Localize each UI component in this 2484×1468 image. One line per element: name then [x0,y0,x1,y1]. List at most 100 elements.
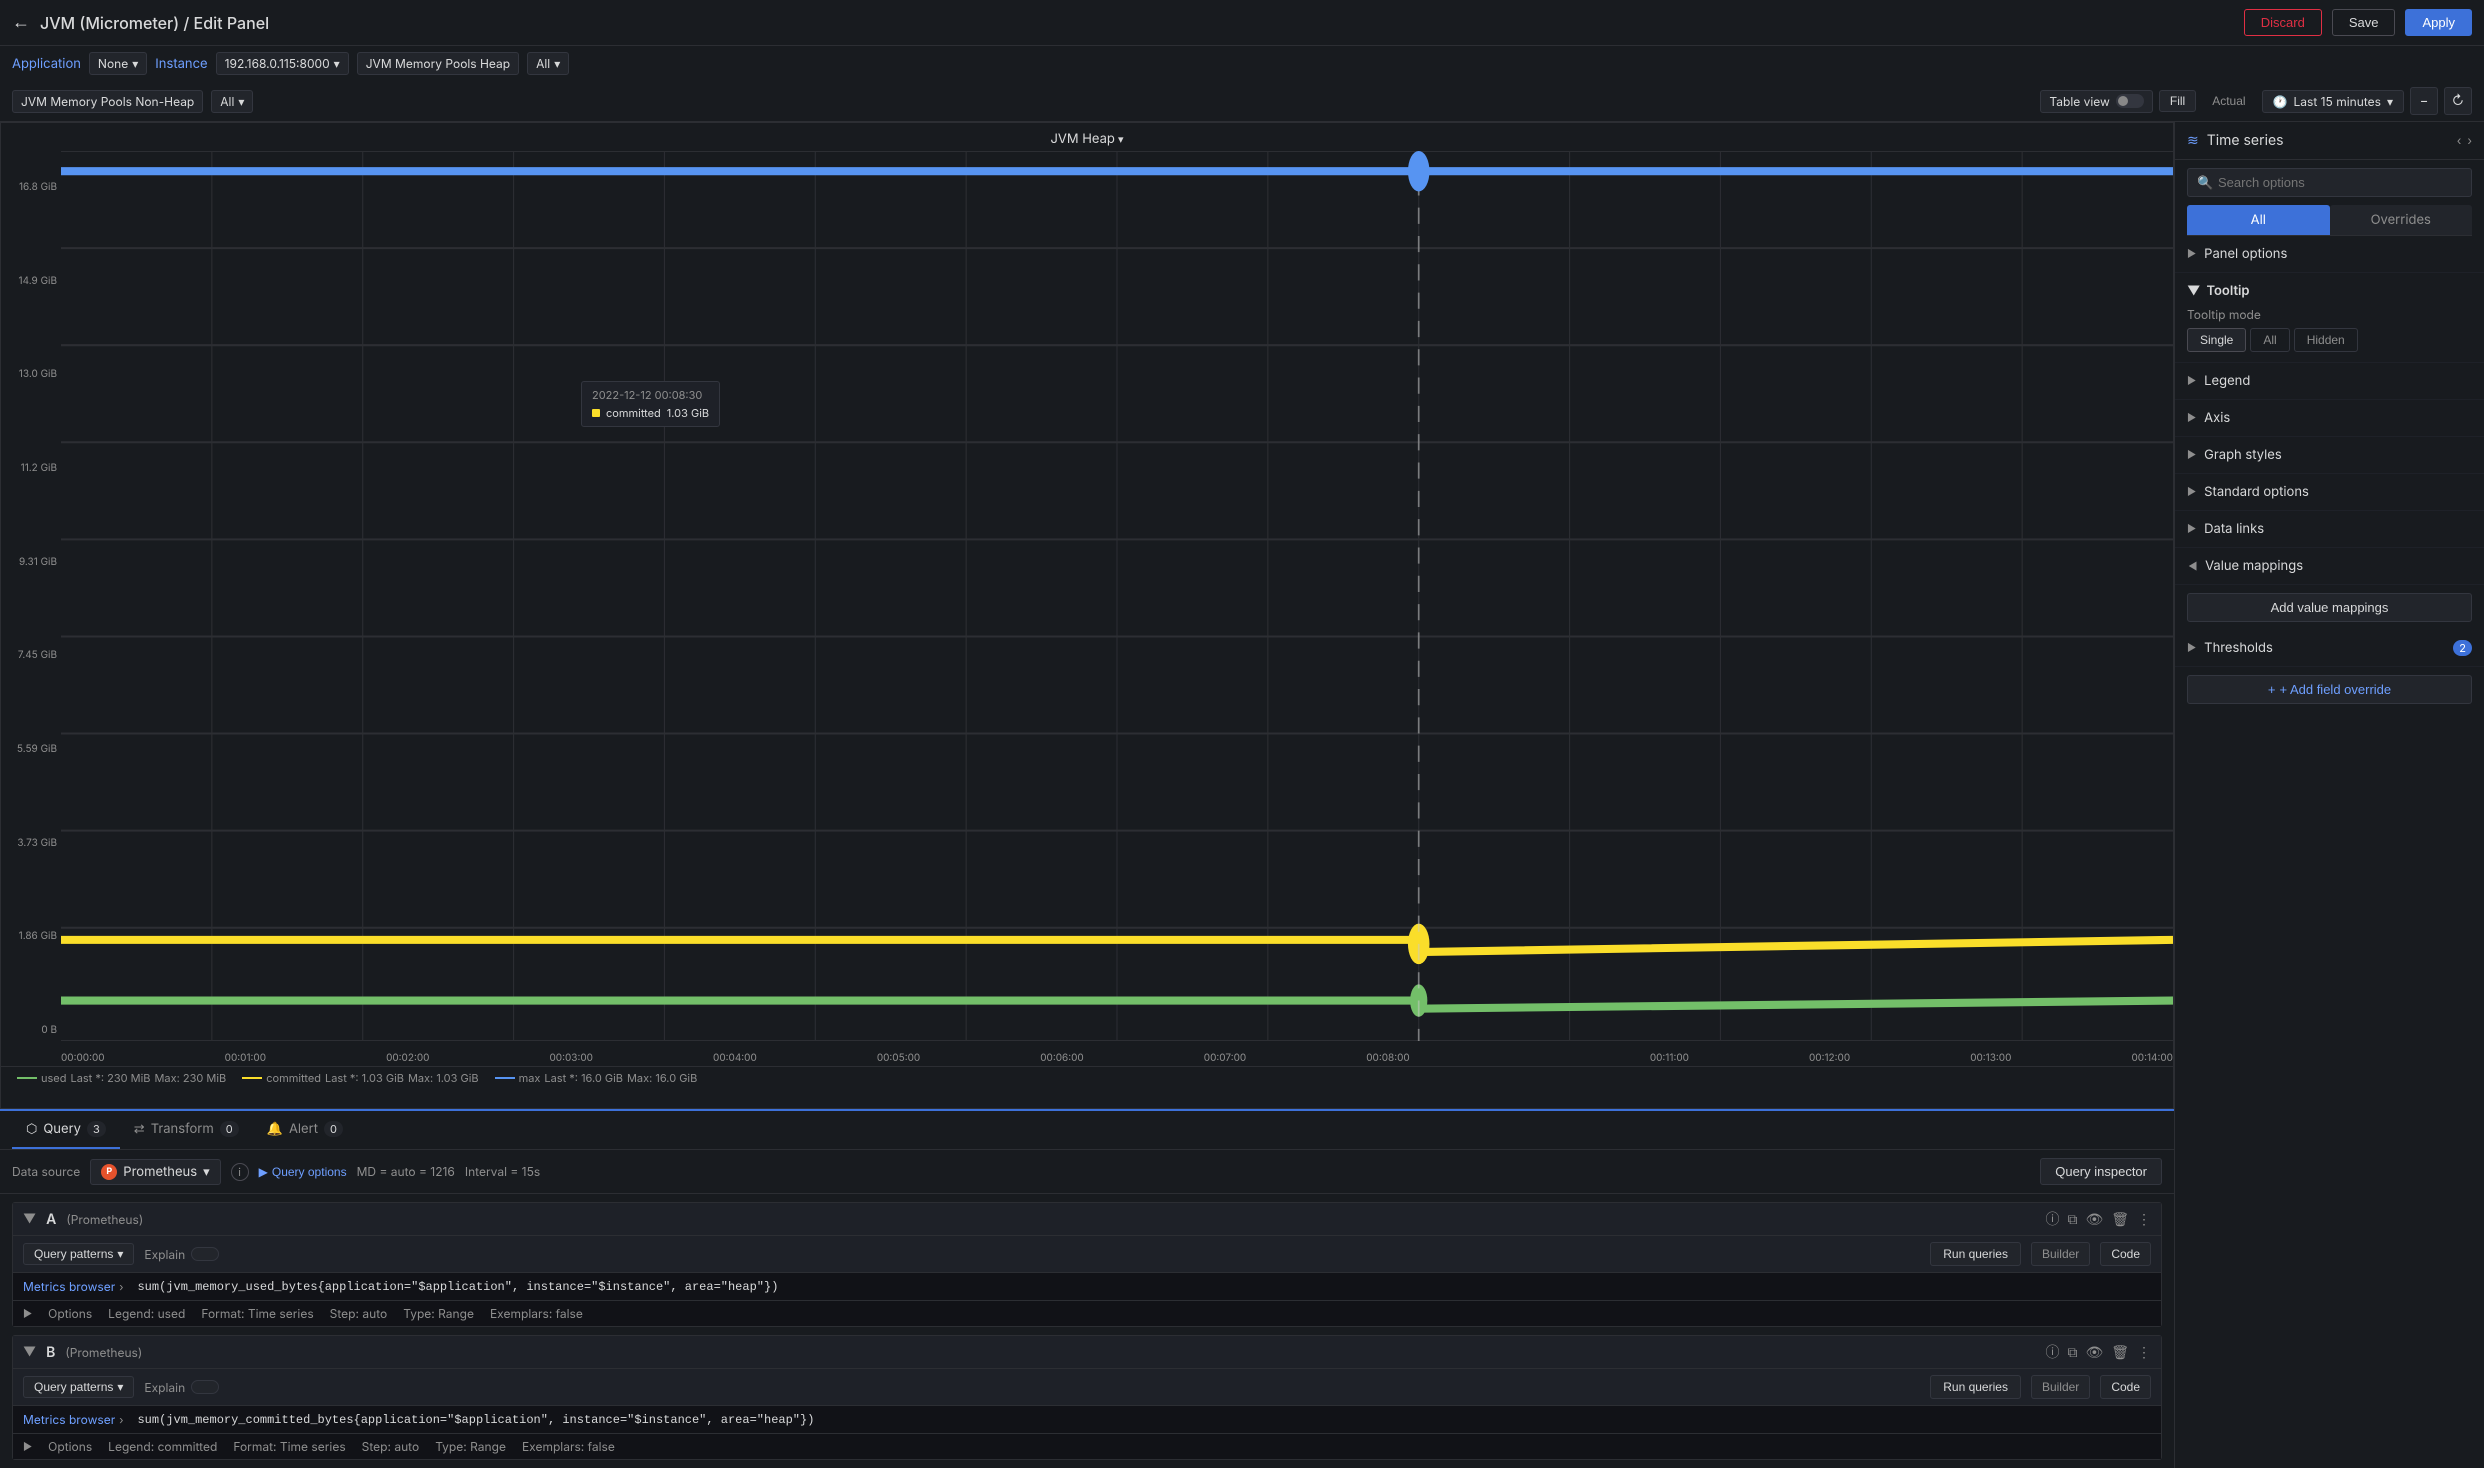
collapse-a[interactable]: ▼ [23,1211,36,1227]
sidebar-tab-overrides[interactable]: Overrides [2330,205,2473,235]
instance-select[interactable]: 192.168.0.115:8000 ▾ [216,52,349,75]
save-button[interactable]: Save [2332,9,2396,36]
fill-button[interactable]: Fill [2159,90,2196,112]
builder-btn-b[interactable]: Builder [2031,1375,2090,1399]
sidebar-header: ≋ Time series ‹ › [2175,122,2484,160]
options-legend-a: Legend: used [108,1306,185,1321]
info-icon[interactable]: i [231,1163,249,1181]
thresholds-label: Thresholds [2204,640,2273,656]
options-label-b: Options [48,1439,92,1454]
actual-button[interactable]: Actual [2202,91,2255,111]
code-btn-a[interactable]: Code [2100,1242,2151,1266]
query-options-button[interactable]: ▶ Query options [259,1165,347,1179]
tooltip-section: ▼ Tooltip Tooltip mode Single All Hidden [2175,273,2484,363]
section-axis[interactable]: ▶ Axis [2175,400,2484,437]
apply-button[interactable]: Apply [2405,9,2472,36]
back-button[interactable]: ← [12,12,30,33]
eye-action-b[interactable]: 👁 [2085,1344,2103,1361]
info-action-b[interactable]: ⓘ [2045,1342,2059,1362]
section-standard-options[interactable]: ▶ Standard options [2175,474,2484,511]
table-view-toggle-dot[interactable] [2116,94,2144,108]
legend-max-max: Max: 16.0 GiB [627,1071,697,1085]
run-queries-btn-a[interactable]: Run queries [1930,1242,2021,1266]
sidebar-expand[interactable]: ‹ › [2457,133,2472,148]
tooltip-section-title[interactable]: ▼ Tooltip [2187,283,2472,299]
section-legend[interactable]: ▶ Legend [2175,363,2484,400]
tab-transform[interactable]: ⇄ Transform 0 [120,1111,253,1149]
discard-button[interactable]: Discard [2244,9,2322,36]
search-input[interactable] [2187,168,2472,197]
legend-label: Legend [2204,373,2250,389]
query-meta-interval: Interval = 15s [465,1164,540,1179]
alert-badge: 0 [324,1121,343,1137]
query-options-row-b[interactable]: ▶ Options Legend: committed Format: Time… [13,1433,2161,1459]
legend-committed[interactable]: committed Last *: 1.03 GiB Max: 1.03 GiB [242,1071,478,1085]
section-panel-options[interactable]: ▶ Panel options [2175,236,2484,273]
legend-used-last: Last *: 230 MiB [70,1071,150,1085]
explain-switch-b[interactable] [191,1380,219,1394]
non-heap-value-select[interactable]: All ▾ [211,90,253,113]
section-data-links[interactable]: ▶ Data links [2175,511,2484,548]
query-options-row-a[interactable]: ▶ Options Legend: used Format: Time seri… [13,1300,2161,1326]
x-axis: 00:00:00 00:01:00 00:02:00 00:03:00 00:0… [61,1050,2173,1066]
thresholds-chevron: ▶ [2187,642,2196,654]
zoom-out-button[interactable]: − [2410,87,2438,115]
builder-btn-a[interactable]: Builder [2031,1242,2090,1266]
explain-toggle-a: Explain [144,1247,219,1262]
axis-label: Axis [2204,410,2230,426]
section-thresholds[interactable]: ▶ Thresholds 2 [2175,630,2484,667]
section-value-mappings[interactable]: ▼ Value mappings [2175,548,2484,585]
tab-alert-icon: 🔔 [267,1121,283,1137]
table-view-toggle[interactable]: Table view [2040,90,2152,113]
query-patterns-btn-a[interactable]: Query patterns ▾ [23,1243,134,1265]
datasource-select[interactable]: P Prometheus ▾ [90,1159,220,1185]
query-inspector-button[interactable]: Query inspector [2040,1158,2162,1185]
collapse-b[interactable]: ▼ [23,1344,36,1360]
heap-value-select[interactable]: All ▾ [527,52,569,75]
tooltip-mode-all[interactable]: All [2250,328,2289,352]
query-row-header-b: ▼ B (Prometheus) ⓘ ⧉ 👁 🗑 ⋮ [13,1336,2161,1368]
y-label-4: 9.31 GiB [19,556,57,568]
filter-bar: Application None ▾ Instance 192.168.0.11… [0,46,2484,122]
tab-alert[interactable]: 🔔 Alert 0 [253,1111,357,1149]
code-btn-b[interactable]: Code [2100,1375,2151,1399]
query-patterns-btn-b[interactable]: Query patterns ▾ [23,1376,134,1398]
metrics-browser-link-a[interactable]: Metrics browser [23,1279,115,1294]
more-action-a[interactable]: ⋮ [2137,1211,2151,1228]
metrics-browser-link-b[interactable]: Metrics browser [23,1412,115,1427]
panel-options-label: Panel options [2204,246,2287,262]
eye-action-a[interactable]: 👁 [2085,1211,2103,1228]
non-heap-select[interactable]: JVM Memory Pools Non-Heap [12,90,203,113]
tooltip-mode-hidden[interactable]: Hidden [2294,328,2358,352]
heap-select[interactable]: JVM Memory Pools Heap [357,52,519,75]
sidebar-tab-all[interactable]: All [2187,205,2330,235]
tooltip-mode-single[interactable]: Single [2187,328,2246,352]
query-expr-b[interactable]: sum(jvm_memory_committed_bytes{applicati… [127,1413,824,1427]
add-override-button[interactable]: + + Add field override [2187,675,2472,704]
query-expr-a[interactable]: sum(jvm_memory_used_bytes{application="$… [127,1280,788,1294]
instance-label: Instance [155,56,207,72]
explain-switch-a[interactable] [191,1247,219,1261]
tab-query[interactable]: ⬡ Query 3 [12,1111,120,1149]
copy-action-a[interactable]: ⧉ [2067,1211,2077,1228]
chart-title[interactable]: JVM Heap [1,123,2173,151]
time-series-icon: ≋ [2187,132,2199,149]
copy-action-b[interactable]: ⧉ [2067,1344,2077,1361]
graph-styles-label: Graph styles [2204,447,2282,463]
legend-used[interactable]: used Last *: 230 MiB Max: 230 MiB [17,1071,226,1085]
add-mapping-button[interactable]: Add value mappings [2187,593,2472,622]
application-select[interactable]: None ▾ [89,52,147,75]
application-label: Application [12,56,81,72]
prometheus-icon: P [101,1164,117,1180]
info-action-a[interactable]: ⓘ [2045,1209,2059,1229]
legend-max[interactable]: max Last *: 16.0 GiB Max: 16.0 GiB [495,1071,698,1085]
section-graph-styles[interactable]: ▶ Graph styles [2175,437,2484,474]
delete-action-b[interactable]: 🗑 [2111,1344,2129,1361]
datasource-label: Data source [12,1164,80,1179]
time-range-picker[interactable]: 🕐 Last 15 minutes ▾ [2262,90,2404,113]
refresh-button[interactable]: ↻ [2444,87,2472,115]
y-label-6: 5.59 GiB [17,743,57,755]
more-action-b[interactable]: ⋮ [2137,1344,2151,1361]
delete-action-a[interactable]: 🗑 [2111,1211,2129,1228]
run-queries-btn-b[interactable]: Run queries [1930,1375,2021,1399]
